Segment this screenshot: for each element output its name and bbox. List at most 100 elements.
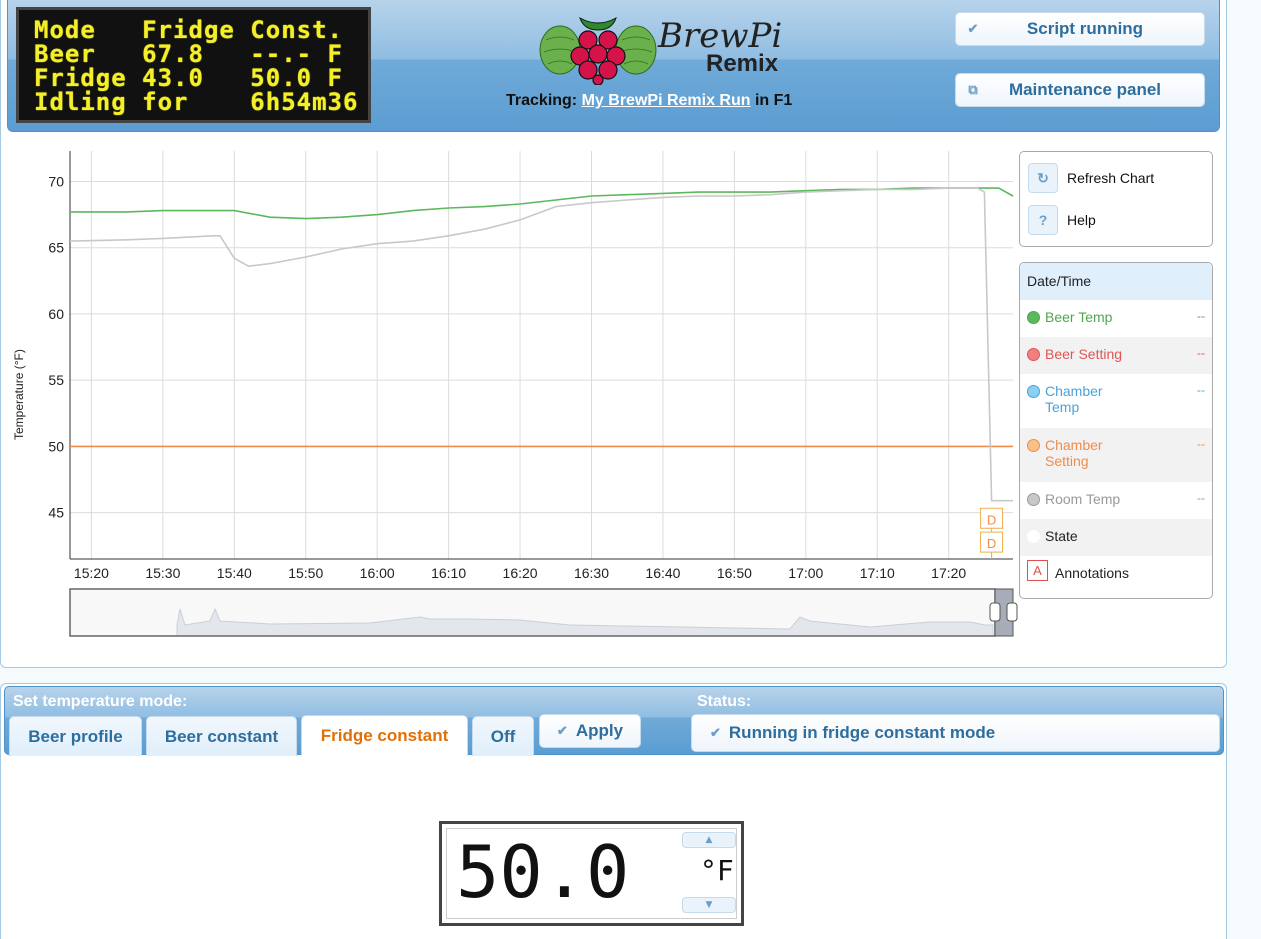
script-running-label: Script running bbox=[1026, 19, 1144, 38]
x-tick-label: 16:30 bbox=[574, 565, 609, 581]
x-tick-label: 16:50 bbox=[717, 565, 752, 581]
annotation-label: D bbox=[987, 512, 996, 527]
logo-remix-text: Remix bbox=[706, 50, 779, 77]
legend-item-room-temp[interactable]: Room Temp -- bbox=[1020, 482, 1212, 519]
help-icon: ? bbox=[1028, 205, 1058, 235]
tab-beer-constant[interactable]: Beer constant bbox=[146, 716, 297, 756]
legend-label: Beer Setting bbox=[1045, 346, 1123, 362]
lcd-line-4: Idling for 6h54m36 bbox=[34, 88, 359, 116]
refresh-icon: ↻ bbox=[1028, 163, 1058, 193]
legend-item-chamber-temp[interactable]: Chamber Temp -- bbox=[1020, 374, 1212, 428]
x-tick-label: 16:10 bbox=[431, 565, 466, 581]
legend-dot bbox=[1027, 530, 1040, 543]
status-box: ✔ Running in fridge constant mode bbox=[691, 714, 1220, 752]
tracking-suffix: in F1 bbox=[754, 92, 793, 109]
lcd-display: Mode Fridge Const. Beer 67.8 --.- F Frid… bbox=[16, 7, 371, 123]
chart-controls: ↻ Refresh Chart ? Help bbox=[1019, 151, 1213, 247]
y-tick-label: 70 bbox=[48, 173, 64, 189]
triangle-down-icon: ▼ bbox=[705, 900, 713, 910]
setpoint-control: 50.0 °F ▲ ▼ bbox=[439, 821, 744, 926]
refresh-chart-label: Refresh Chart bbox=[1067, 170, 1155, 186]
tracking-info: Tracking: My BrewPi Remix Run in F1 bbox=[506, 92, 792, 110]
tab-off[interactable]: Off bbox=[472, 716, 534, 756]
status-text: Running in fridge constant mode bbox=[728, 723, 996, 742]
legend-label: Annotations bbox=[1055, 565, 1129, 581]
raspberry-hops-icon bbox=[539, 16, 657, 85]
tab-fridge-constant[interactable]: Fridge constant bbox=[301, 715, 468, 756]
x-tick-label: 15:50 bbox=[288, 565, 323, 581]
legend-label: Chamber Temp bbox=[1045, 383, 1103, 415]
x-tick-label: 15:30 bbox=[145, 565, 180, 581]
x-tick-label: 16:00 bbox=[360, 565, 395, 581]
lcd-line-2: Beer 67.8 --.- F bbox=[34, 40, 343, 68]
legend-dot bbox=[1027, 439, 1040, 452]
refresh-chart-button[interactable]: ↻ Refresh Chart bbox=[1028, 163, 1154, 193]
increase-button[interactable]: ▲ bbox=[682, 832, 736, 848]
y-tick-label: 60 bbox=[48, 306, 64, 322]
check-icon: ✔ bbox=[967, 21, 979, 36]
y-tick-label: 55 bbox=[48, 372, 64, 388]
legend-value: -- bbox=[1197, 383, 1205, 397]
brewpi-logo: BrewPi Remix bbox=[538, 10, 798, 85]
range-handle bbox=[1006, 602, 1018, 622]
legend-item-annotations[interactable]: A Annotations bbox=[1020, 556, 1212, 596]
x-tick-label: 17:00 bbox=[788, 565, 823, 581]
apply-label: Apply bbox=[575, 721, 624, 740]
legend-dot bbox=[1027, 311, 1040, 324]
legend-item-state[interactable]: State bbox=[1020, 519, 1212, 556]
legend-value: -- bbox=[1197, 437, 1205, 451]
help-button[interactable]: ? Help bbox=[1028, 205, 1096, 235]
annotation-icon: A bbox=[1027, 560, 1048, 581]
maintenance-panel-button[interactable]: ⧉ Maintenance panel bbox=[955, 73, 1205, 107]
maintenance-panel-label: Maintenance panel bbox=[1008, 80, 1162, 99]
x-tick-label: 15:20 bbox=[74, 565, 109, 581]
x-tick-label: 15:40 bbox=[217, 565, 252, 581]
range-handle bbox=[989, 602, 1001, 622]
lcd-line-3: Fridge 43.0 50.0 F bbox=[34, 64, 343, 92]
lcd-line-1: Mode Fridge Const. bbox=[34, 16, 343, 44]
legend-label: Room Temp bbox=[1045, 491, 1121, 507]
chart-legend: Date/Time Beer Temp -- Beer Setting -- Chamb… bbox=[1019, 262, 1213, 599]
legend-label: State bbox=[1045, 528, 1078, 544]
annotation-label: D bbox=[987, 536, 996, 551]
x-tick-label: 17:20 bbox=[931, 565, 966, 581]
triangle-up-icon: ▲ bbox=[705, 835, 713, 845]
setpoint-unit: °F bbox=[700, 854, 734, 887]
mode-bar: Set temperature mode: Status: Beer profi… bbox=[4, 686, 1224, 756]
help-label: Help bbox=[1067, 212, 1096, 228]
range-window bbox=[69, 588, 996, 637]
temperature-chart[interactable]: 45 50 55 60 65 70 15:20 15:30 15:40 15:50 16:00 16:… bbox=[0, 140, 1020, 650]
header: Mode Fridge Const. Beer 67.8 --.- F Frid… bbox=[7, 0, 1220, 132]
legend-dot bbox=[1027, 385, 1040, 398]
x-tick-label: 16:40 bbox=[645, 565, 680, 581]
tracking-prefix: Tracking: bbox=[506, 92, 578, 109]
y-tick-label: 45 bbox=[48, 505, 64, 521]
tab-beer-profile[interactable]: Beer profile bbox=[9, 716, 142, 756]
legend-dot bbox=[1027, 493, 1040, 506]
y-axis-label: Temperature (°F) bbox=[12, 349, 26, 440]
x-tick-label: 16:20 bbox=[503, 565, 538, 581]
legend-value: -- bbox=[1197, 346, 1205, 360]
status-title: Status: bbox=[697, 693, 752, 710]
y-tick-label: 50 bbox=[48, 438, 64, 454]
legend-item-chamber-setting[interactable]: Chamber Setting -- bbox=[1020, 428, 1212, 482]
mode-title: Set temperature mode: bbox=[13, 693, 188, 710]
x-tick-label: 17:10 bbox=[860, 565, 895, 581]
legend-label: Chamber Setting bbox=[1045, 437, 1103, 469]
legend-item-beer-setting[interactable]: Beer Setting -- bbox=[1020, 337, 1212, 374]
legend-value: -- bbox=[1197, 491, 1205, 505]
decrease-button[interactable]: ▼ bbox=[682, 897, 736, 913]
legend-label: Beer Temp bbox=[1045, 309, 1113, 325]
y-tick-label: 65 bbox=[48, 240, 64, 256]
apply-button[interactable]: ✔ Apply bbox=[539, 714, 641, 748]
setpoint-value[interactable]: 50.0 bbox=[456, 832, 629, 912]
legend-value: -- bbox=[1197, 309, 1205, 323]
legend-item-beer-temp[interactable]: Beer Temp -- bbox=[1020, 300, 1212, 337]
legend-date-time: Date/Time bbox=[1020, 263, 1212, 300]
legend-dot bbox=[1027, 348, 1040, 361]
chart-svg[interactable]: 45 50 55 60 65 70 15:20 15:30 15:40 15:50 16:00 16:… bbox=[0, 140, 1020, 650]
check-icon: ✔ bbox=[556, 723, 568, 738]
newwin-icon: ⧉ bbox=[968, 82, 978, 97]
script-running-button[interactable]: ✔ Script running bbox=[955, 12, 1205, 46]
run-name-link[interactable]: My BrewPi Remix Run bbox=[582, 92, 751, 109]
